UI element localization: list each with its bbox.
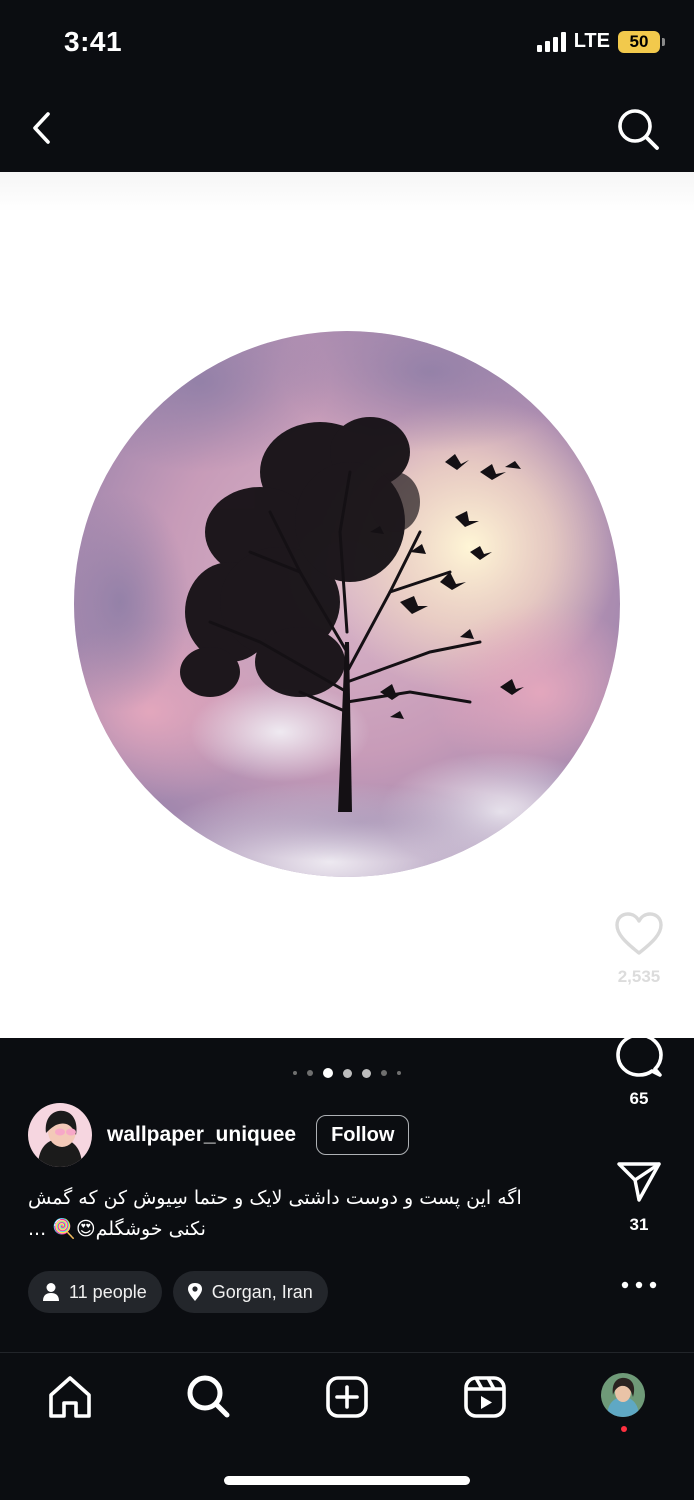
heart-icon: [615, 912, 663, 955]
tab-create[interactable]: [323, 1373, 371, 1421]
moon-tree-illustration: [74, 331, 620, 877]
post-image[interactable]: [0, 172, 694, 1038]
avatar-image: [28, 1103, 92, 1167]
tagged-people-chip[interactable]: 11 people: [28, 1271, 162, 1313]
back-button[interactable]: [26, 106, 62, 150]
location-pin-icon: [187, 1283, 202, 1301]
status-indicators: LTE 50: [536, 30, 665, 53]
tab-profile[interactable]: [601, 1373, 645, 1417]
like-count: 2,535: [617, 967, 661, 986]
carousel-dot: [397, 1071, 401, 1075]
ellipsis-icon: [621, 1281, 657, 1289]
search-icon: [618, 109, 659, 150]
top-nav: [0, 88, 694, 172]
search-icon: [187, 1375, 230, 1418]
caption-line: نکنی خوشگلم😍🍭 ...: [28, 1218, 206, 1240]
tab-home[interactable]: [46, 1373, 94, 1421]
notification-dot: [621, 1426, 627, 1432]
author-username[interactable]: wallpaper_uniquee: [107, 1123, 296, 1147]
chevron-left-icon: [33, 112, 50, 144]
author-avatar[interactable]: [28, 1103, 92, 1167]
signal-icon: [536, 31, 566, 52]
like-button[interactable]: 2,535: [584, 910, 694, 987]
profile-avatar-image: [601, 1373, 645, 1417]
more-options-button[interactable]: [584, 1278, 694, 1296]
add-post-icon: [326, 1376, 368, 1418]
location-label: Gorgan, Iran: [211, 1281, 313, 1302]
person-icon: [43, 1283, 59, 1301]
post-tags: 11 people Gorgan, Iran: [28, 1271, 328, 1313]
follow-button[interactable]: Follow: [316, 1115, 410, 1155]
tab-reels[interactable]: [461, 1373, 509, 1421]
reels-icon: [464, 1376, 506, 1418]
battery-icon: 50: [618, 30, 665, 53]
share-count: 31: [629, 1215, 649, 1234]
share-button[interactable]: 31: [584, 1158, 694, 1235]
paper-plane-icon: [617, 1162, 661, 1202]
status-time: 3:41: [64, 26, 123, 57]
search-button[interactable]: [614, 106, 662, 154]
carousel-dot-active: [323, 1068, 333, 1078]
carousel-dot: [362, 1068, 371, 1078]
carousel-dot: [293, 1071, 297, 1075]
caption-line: اگه این پست و دوست داشتی لایک و حتما سِی…: [28, 1187, 522, 1209]
home-icon: [49, 1376, 91, 1418]
status-bar: 3:41 LTE 50: [0, 0, 694, 88]
comment-count: 65: [629, 1089, 649, 1108]
tagged-people-label: 11 people: [69, 1281, 147, 1302]
post-caption[interactable]: اگه این پست و دوست داشتی لایک و حتما سِی…: [28, 1183, 558, 1245]
location-chip[interactable]: Gorgan, Iran: [172, 1271, 328, 1313]
tab-search[interactable]: [184, 1373, 232, 1421]
carousel-dot: [343, 1068, 352, 1078]
carousel-dot: [307, 1070, 313, 1076]
carousel-dot: [381, 1070, 387, 1076]
home-indicator: [224, 1476, 470, 1485]
network-label: LTE: [573, 30, 610, 52]
comment-icon: [616, 1033, 663, 1077]
comment-button[interactable]: 65: [584, 1032, 694, 1109]
author-row: wallpaper_uniquee Follow: [28, 1103, 410, 1167]
